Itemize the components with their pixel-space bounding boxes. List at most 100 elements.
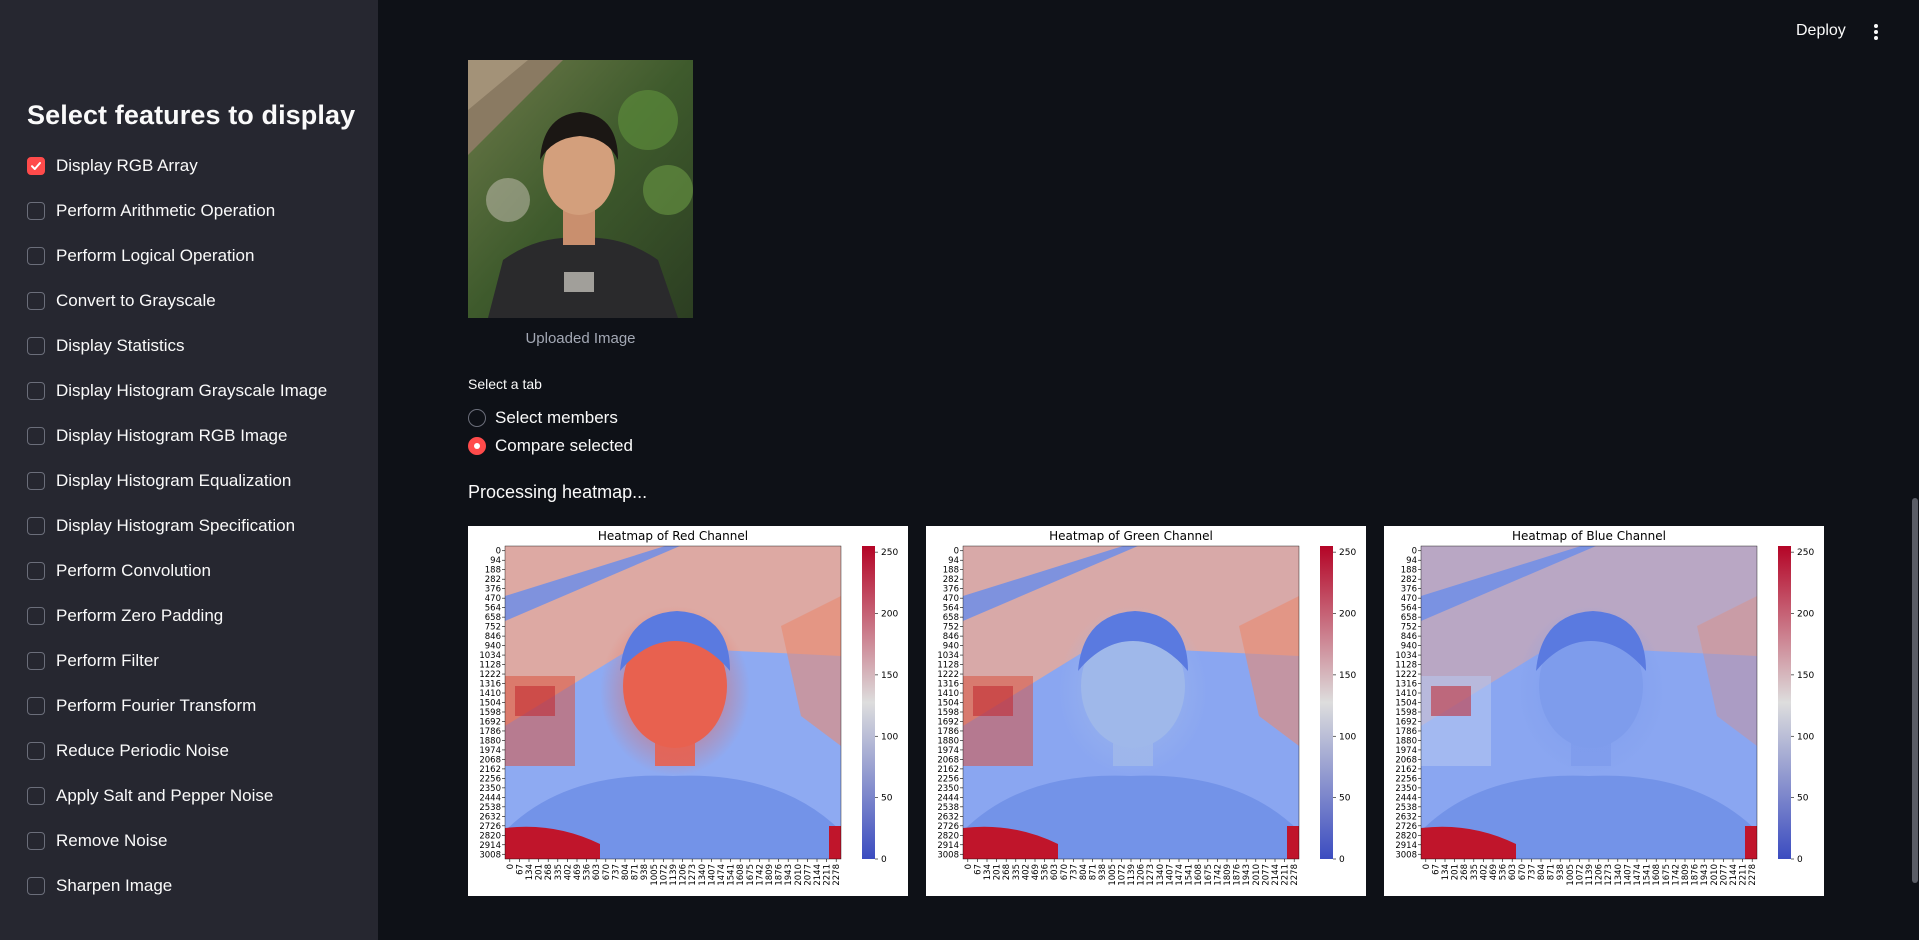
y-tick-label: 1410 [479, 689, 501, 699]
x-tick-label: 1608 [736, 864, 746, 886]
checkbox[interactable] [27, 652, 45, 670]
colorbar-tick-label: 100 [1339, 732, 1356, 742]
x-tick-label: 1809 [1223, 864, 1233, 886]
checkbox-label: Display Histogram Grayscale Image [56, 381, 328, 400]
x-tick-label: 2144 [813, 864, 823, 886]
checkbox[interactable] [27, 427, 45, 445]
status-text: Processing heatmap... [468, 482, 648, 502]
colorbar-tick-label: 200 [1797, 610, 1814, 620]
x-tick-label: 1072 [659, 864, 669, 886]
x-tick-label: 1541 [1185, 864, 1195, 886]
x-tick-label: 737 [611, 864, 621, 880]
checkbox[interactable] [27, 202, 45, 220]
heatmap-red-svg: Heatmap of Red Channel094188282376470564… [479, 529, 898, 886]
checkbox[interactable] [27, 742, 45, 760]
colorbar-tick-label: 150 [1339, 671, 1356, 681]
checkbox-item[interactable]: Display Histogram RGB Image [27, 422, 327, 467]
x-tick-label: 1139 [669, 864, 679, 886]
checkbox-item[interactable]: Display Histogram Specification [27, 512, 327, 557]
checkbox-item[interactable]: Display Histogram Equalization [27, 467, 327, 512]
colorbar-tick-label: 0 [1339, 855, 1345, 865]
x-tick-label: 1876 [1233, 864, 1243, 886]
x-tick-label: 1608 [1652, 864, 1662, 886]
checkbox-item[interactable]: Perform Filter [27, 647, 327, 692]
checkbox-item[interactable]: Display Histogram Grayscale Image [27, 377, 327, 422]
checkbox[interactable] [27, 382, 45, 400]
radio-circle[interactable] [468, 409, 486, 427]
checkbox-item[interactable]: Perform Logical Operation [27, 242, 327, 287]
checkbox-label: Display Histogram RGB Image [56, 426, 288, 445]
x-tick-label: 268 [1002, 864, 1012, 880]
checkbox[interactable] [27, 472, 45, 490]
checkbox[interactable] [27, 337, 45, 355]
x-tick-label: 1139 [1127, 864, 1137, 886]
checkbox-checked[interactable] [27, 157, 45, 175]
kebab-menu-icon[interactable] [1868, 20, 1884, 44]
x-tick-label: 670 [602, 864, 612, 880]
radio-compare-selected[interactable]: Compare selected [468, 436, 633, 456]
x-tick-label: 737 [1069, 864, 1079, 880]
y-tick-label: 3008 [1395, 850, 1417, 860]
checkbox-item[interactable]: Apply Salt and Pepper Noise [27, 782, 327, 827]
uploaded-image [468, 60, 693, 318]
x-tick-label: 603 [1508, 864, 1518, 880]
x-tick-label: 1675 [1662, 864, 1672, 886]
x-tick-label: 1139 [1585, 864, 1595, 886]
checkbox-label: Display Histogram Specification [56, 516, 296, 535]
radio-select-members[interactable]: Select members [468, 408, 618, 428]
heatmap-blue-svg: Heatmap of Blue Channel09418828237647056… [1395, 529, 1814, 886]
heatmap-title: Heatmap of Blue Channel [1512, 529, 1666, 543]
x-tick-label: 1742 [1213, 864, 1223, 886]
x-tick-label: 469 [1489, 864, 1499, 880]
x-tick-label: 1340 [1156, 864, 1166, 886]
x-tick-label: 2077 [1261, 864, 1271, 886]
x-tick-label: 1541 [727, 864, 737, 886]
checkbox[interactable] [27, 607, 45, 625]
deploy-button[interactable]: Deploy [1790, 18, 1852, 44]
x-tick-label: 603 [1050, 864, 1060, 880]
radio-circle-selected[interactable] [468, 437, 486, 455]
x-tick-label: 2010 [1252, 864, 1262, 886]
checkbox[interactable] [27, 832, 45, 850]
checkbox-item[interactable]: Remove Noise [27, 827, 327, 872]
main-scrollbar[interactable] [1912, 498, 1918, 883]
x-tick-label: 2211 [823, 864, 833, 886]
tab-select-label: Select a tab [468, 376, 542, 392]
y-tick-label: 3008 [479, 850, 501, 860]
x-tick-label: 469 [1031, 864, 1041, 880]
colorbar-tick-label: 50 [1339, 794, 1351, 804]
x-tick-label: 469 [573, 864, 583, 880]
x-tick-label: 1876 [1691, 864, 1701, 886]
checkbox-item[interactable]: Perform Zero Padding [27, 602, 327, 647]
checkbox-item[interactable]: Perform Arithmetic Operation [27, 197, 327, 242]
checkbox[interactable] [27, 697, 45, 715]
x-tick-label: 402 [1479, 864, 1489, 880]
x-tick-label: 67 [973, 864, 983, 875]
x-tick-label: 871 [1089, 864, 1099, 880]
checkbox-label: Perform Arithmetic Operation [56, 201, 276, 220]
checkbox[interactable] [27, 562, 45, 580]
checkbox[interactable] [27, 517, 45, 535]
x-tick-label: 1206 [1595, 864, 1605, 886]
x-tick-label: 1943 [1700, 864, 1710, 886]
x-tick-label: 0 [1422, 864, 1432, 869]
checkbox-item[interactable]: Reduce Periodic Noise [27, 737, 327, 782]
x-tick-label: 1876 [775, 864, 785, 886]
checkbox-item[interactable]: Perform Convolution [27, 557, 327, 602]
x-tick-label: 1072 [1575, 864, 1585, 886]
checkbox-item[interactable]: Perform Fourier Transform [27, 692, 327, 737]
x-tick-label: 1742 [1671, 864, 1681, 886]
checkbox[interactable] [27, 247, 45, 265]
checkbox-item[interactable]: Display RGB Array [27, 152, 327, 197]
x-tick-label: 335 [554, 864, 564, 880]
checkbox-item[interactable]: Sharpen Image [27, 872, 327, 917]
checkbox[interactable] [27, 877, 45, 895]
x-tick-label: 1005 [1566, 864, 1576, 886]
heatmap-plot-area [1420, 545, 1758, 860]
checkbox[interactable] [27, 787, 45, 805]
checkbox-item[interactable]: Display Statistics [27, 332, 327, 377]
x-tick-label: 1943 [784, 864, 794, 886]
checkbox[interactable] [27, 292, 45, 310]
x-tick-label: 804 [1079, 864, 1089, 880]
checkbox-item[interactable]: Convert to Grayscale [27, 287, 327, 332]
